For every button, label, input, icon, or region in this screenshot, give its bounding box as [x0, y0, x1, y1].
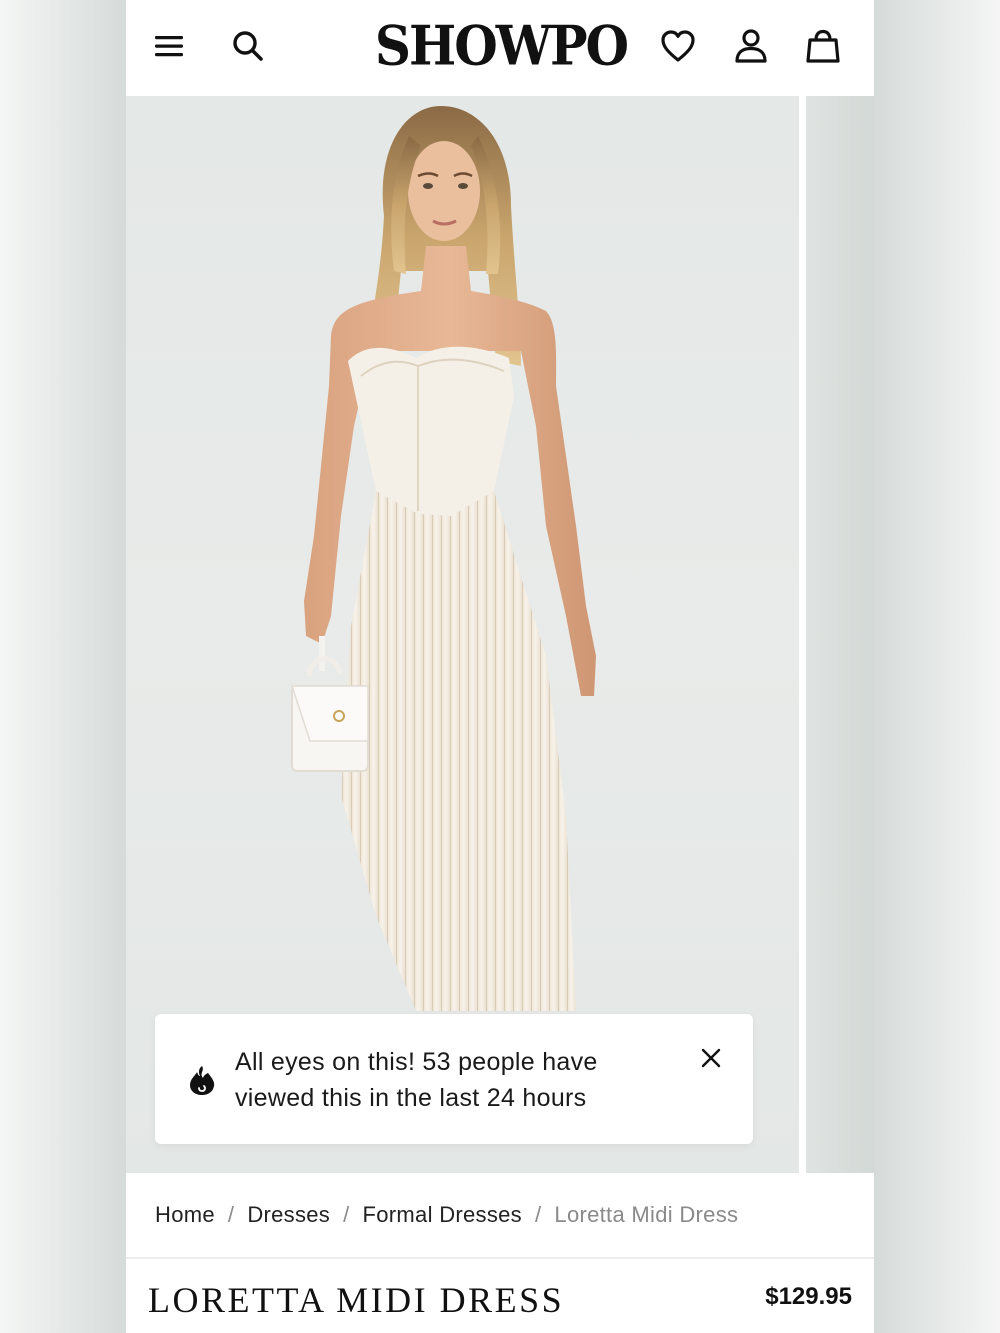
next-image-peek[interactable] [806, 96, 874, 1173]
product-image[interactable] [126, 96, 799, 1173]
breadcrumb-current-product: Loretta Midi Dress [554, 1202, 739, 1227]
showpo-logo[interactable]: SHOWPO [366, 11, 636, 80]
model-illustration [290, 106, 596, 1011]
views-message: All eyes on this! 53 people have viewed … [235, 1044, 675, 1116]
account-icon[interactable] [729, 24, 773, 68]
search-icon[interactable] [226, 24, 270, 68]
backdrop-right [874, 0, 1000, 1333]
close-icon[interactable] [695, 1042, 727, 1074]
bag-icon[interactable] [801, 24, 845, 68]
menu-icon[interactable] [147, 24, 191, 68]
breadcrumb-separator: / [227, 1202, 235, 1227]
product-title-row: LORETTA MIDI DRESS $129.95 [126, 1261, 874, 1333]
views-message-line2: viewed this in the last 24 hours [235, 1084, 587, 1112]
breadcrumb-formal-dresses[interactable]: Formal Dresses [363, 1202, 522, 1228]
breadcrumb-dresses[interactable]: Dresses [247, 1202, 330, 1228]
breadcrumb-separator: / [343, 1202, 350, 1227]
product-title: LORETTA MIDI DRESS [148, 1280, 565, 1320]
breadcrumb-separator: / [534, 1202, 542, 1227]
views-message-line1: All eyes on this! 53 people have [235, 1048, 598, 1076]
views-notification: All eyes on this! 53 people have viewed … [155, 1014, 753, 1144]
mobile-page: SHOWPO All eyes on this! 53 people have … [126, 0, 874, 1333]
product-price: $129.95 [765, 1283, 852, 1310]
backdrop-left [0, 0, 126, 1333]
site-header: SHOWPO [126, 0, 874, 96]
breadcrumb-home[interactable]: Home [155, 1202, 215, 1228]
product-gallery[interactable]: All eyes on this! 53 people have viewed … [126, 96, 874, 1173]
flame-icon [187, 1064, 217, 1096]
breadcrumb: Home / Dresses / Formal Dresses / Lorett… [126, 1173, 874, 1259]
heart-icon[interactable] [656, 24, 700, 68]
